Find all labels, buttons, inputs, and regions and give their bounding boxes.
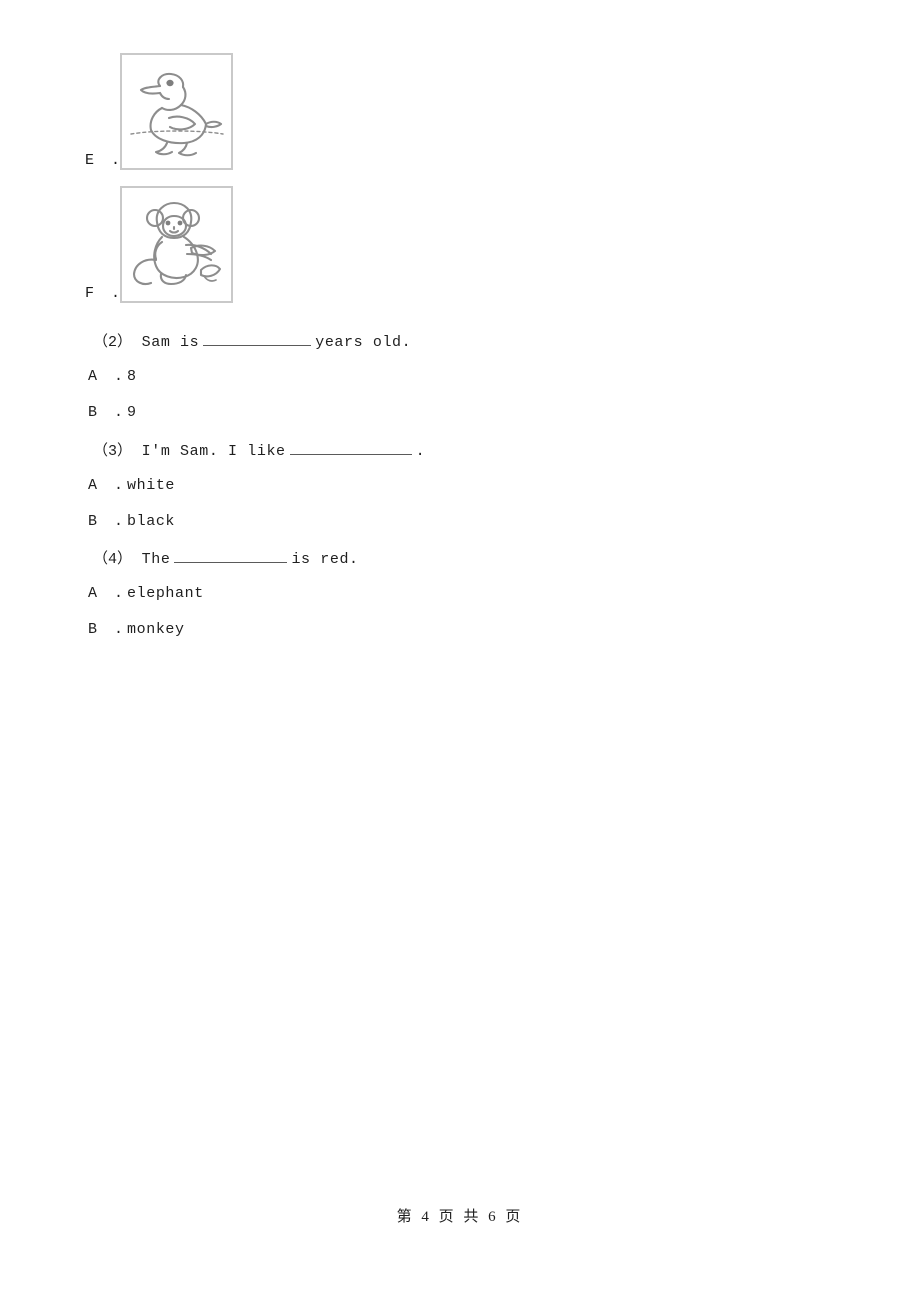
duck-line-drawing-icon [129, 72, 224, 156]
picture-option-f: F . [85, 186, 285, 303]
question-4-option-b-text: monkey [127, 621, 185, 638]
monkey-line-drawing-icon [132, 201, 221, 285]
question-3-option-a-label: A . [88, 477, 128, 494]
question-2-stem-after: years old. [315, 334, 412, 351]
question-3-number: （3） [93, 443, 133, 460]
picture-option-e-label: E . [85, 152, 125, 169]
question-4-answer-blank[interactable] [174, 548, 288, 563]
question-2-option-b-label: B . [88, 404, 128, 421]
question-4-option-a[interactable]: A .elephant [88, 584, 204, 604]
question-3-option-b[interactable]: B .black [88, 512, 175, 532]
page-footer: 第 4 页 共 6 页 [396, 1209, 524, 1225]
picture-option-e: E . [85, 53, 285, 170]
question-2-stem: （2） Sam is years old. [93, 331, 411, 353]
question-3-answer-blank[interactable] [289, 440, 412, 455]
document-page: E . F . （2） Sam is years old. A .8 B .9 … [0, 0, 920, 1302]
picture-option-e-image-box [120, 53, 233, 170]
question-2-stem-before: Sam is [141, 334, 200, 351]
question-4-option-a-text: elephant [127, 585, 204, 602]
question-2-option-b[interactable]: B .9 [88, 403, 137, 423]
question-3-stem-before: I'm Sam. I like [141, 443, 286, 460]
question-2-number: （2） [93, 334, 133, 351]
question-4-option-b[interactable]: B .monkey [88, 620, 185, 640]
question-4-option-a-label: A . [88, 585, 128, 602]
question-2-option-a-label: A . [88, 368, 128, 385]
question-4-stem-before: The [141, 551, 171, 568]
question-4-stem: （4） The is red. [93, 548, 359, 570]
question-3-option-b-label: B . [88, 513, 128, 530]
question-3-stem-after: . [415, 443, 426, 460]
picture-option-f-label: F . [85, 285, 125, 302]
question-4-number: （4） [93, 551, 133, 568]
question-2-answer-blank[interactable] [203, 331, 312, 346]
question-2-option-a[interactable]: A .8 [88, 367, 137, 387]
picture-option-f-image-box [120, 186, 233, 303]
question-3-stem: （3） I'm Sam. I like. [93, 440, 425, 462]
question-2-option-b-text: 9 [127, 404, 137, 421]
question-4-option-b-label: B . [88, 621, 128, 638]
question-3-option-a-text: white [127, 477, 176, 494]
question-2-option-a-text: 8 [127, 368, 137, 385]
question-3-option-a[interactable]: A .white [88, 476, 175, 496]
question-3-option-b-text: black [127, 513, 176, 530]
question-4-stem-after: is red. [291, 551, 359, 568]
